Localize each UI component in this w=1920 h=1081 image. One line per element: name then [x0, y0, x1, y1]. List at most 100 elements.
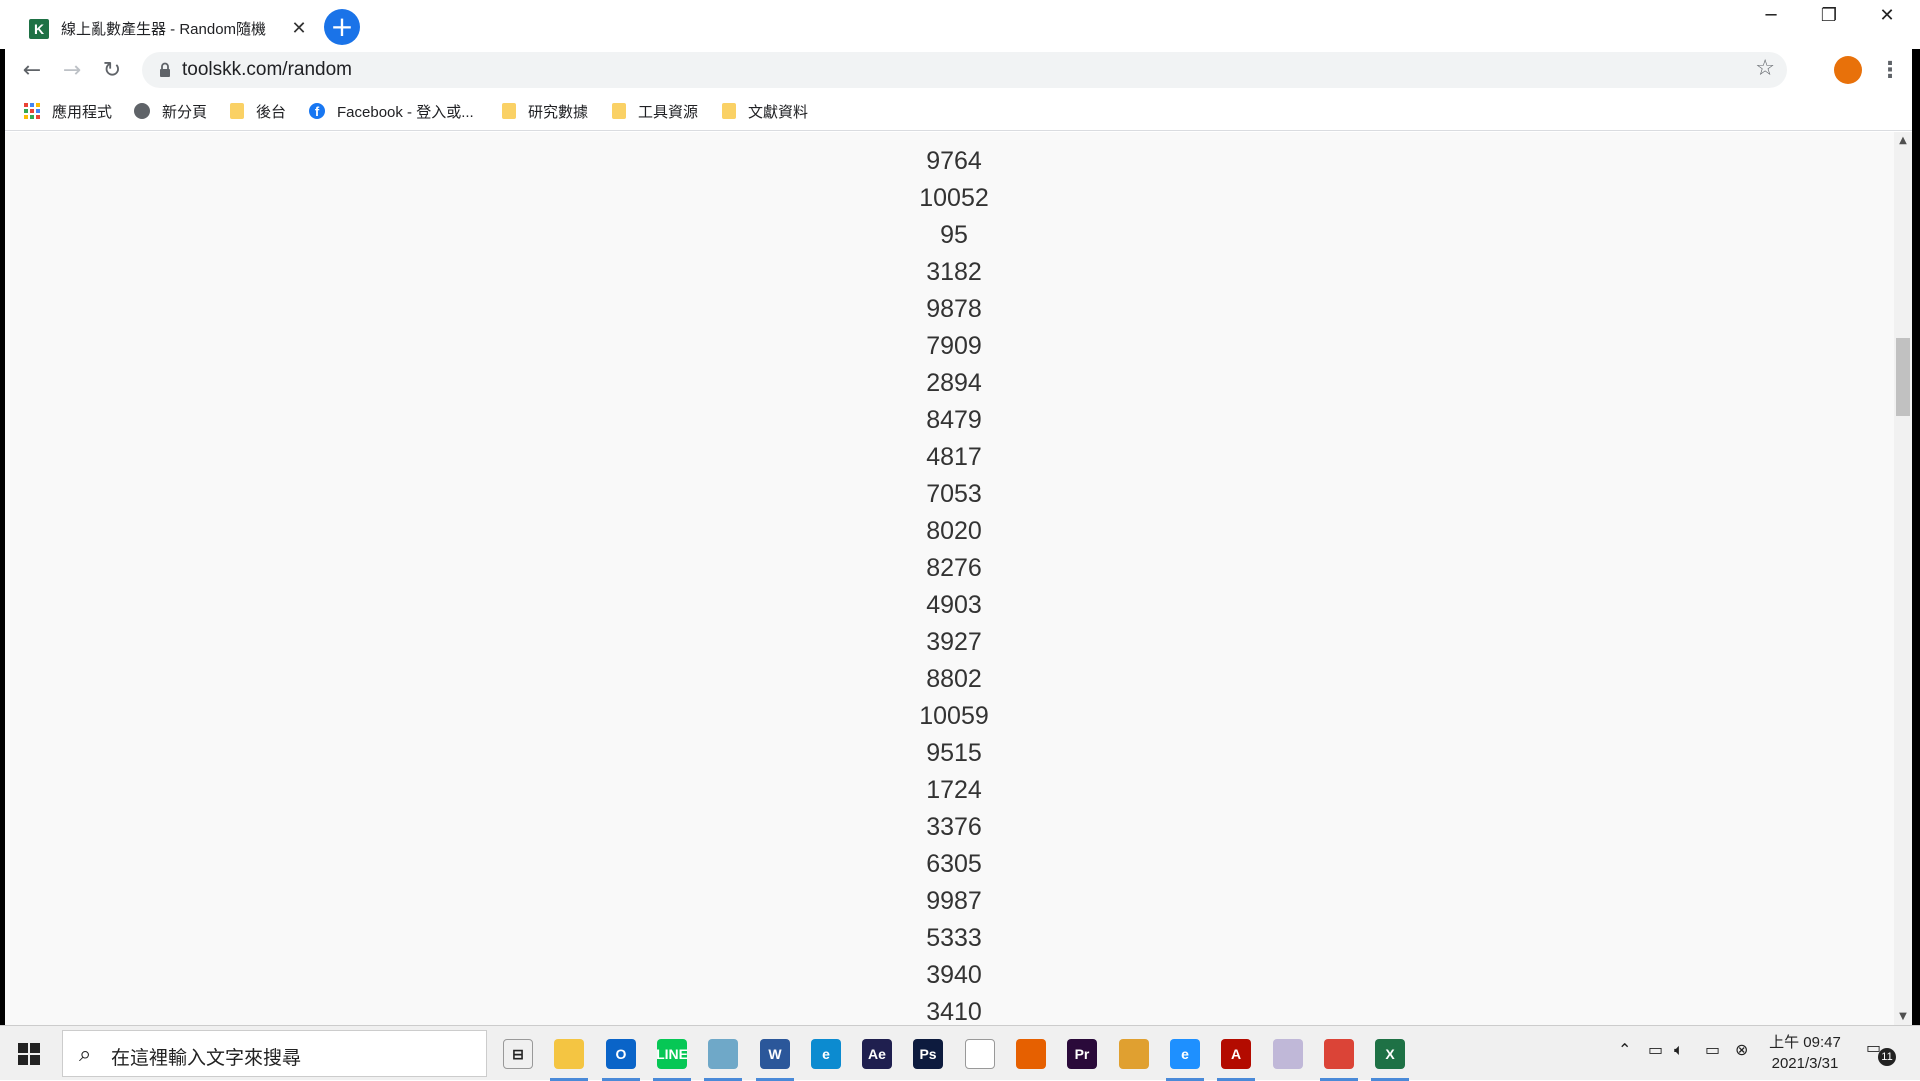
bookmark-tool-resources[interactable]: 工具資源	[612, 100, 698, 122]
outlook-icon: O	[606, 1039, 636, 1069]
bookmark-label: Facebook - 登入或...	[337, 103, 474, 121]
taskbar-app-paint-app[interactable]	[1111, 1032, 1157, 1076]
folder-icon	[230, 103, 244, 119]
minimize-button[interactable]: ─	[1742, 0, 1800, 30]
taskbar-app-blank-file[interactable]	[957, 1032, 1003, 1076]
taskbar-app-firefox[interactable]	[1008, 1032, 1054, 1076]
taskbar-app-line[interactable]: LINE	[649, 1032, 695, 1081]
taskbar-app-outlook[interactable]: O	[598, 1032, 644, 1081]
random-number: 4903	[926, 591, 982, 619]
profile-avatar[interactable]	[1834, 56, 1862, 84]
site-favicon-icon: K	[29, 18, 49, 39]
bookmark-apps[interactable]: 應用程式	[24, 100, 112, 122]
facebook-icon: f	[309, 103, 325, 119]
taskbar-app-file-explorer[interactable]	[546, 1032, 592, 1081]
restore-button[interactable]: ❐	[1800, 0, 1858, 30]
bookmark-backend[interactable]: 後台	[230, 100, 286, 122]
premiere-icon: Pr	[1067, 1039, 1097, 1069]
taskbar-app-acrobat[interactable]: A	[1213, 1032, 1259, 1081]
after-effects-icon: Ae	[862, 1039, 892, 1069]
url-text: toolskk.com/random	[182, 59, 353, 80]
page-viewport: 2854 9764 10052 95 3182 9878 7909 2894 8479 4817 7…	[5, 132, 1899, 1025]
chrome-icon	[1324, 1039, 1354, 1069]
taskbar-app-photoshop[interactable]: Ps	[905, 1032, 951, 1076]
notes-icon	[708, 1039, 738, 1069]
word-icon: W	[760, 1039, 790, 1069]
random-number: 4817	[926, 443, 982, 471]
taskbar-app-premiere[interactable]: Pr	[1059, 1032, 1105, 1076]
random-number: 5333	[926, 924, 982, 952]
random-number: 9987	[926, 887, 982, 915]
random-number: 8276	[926, 554, 982, 582]
bookmark-label: 文獻資料	[748, 103, 809, 121]
folder-icon	[502, 103, 516, 119]
random-number: 3376	[926, 813, 982, 841]
random-number: 3410	[926, 998, 982, 1025]
random-number: 9878	[926, 295, 982, 323]
page-scrollbar[interactable]: ▲ ▼	[1894, 132, 1912, 1025]
random-number: 10052	[919, 184, 989, 212]
taskbar-app-paint-brush[interactable]	[1265, 1032, 1311, 1076]
error-circle-icon[interactable]: ⊗	[1735, 1040, 1748, 1059]
bookmark-facebook[interactable]: f Facebook - 登入或...	[309, 100, 474, 122]
bookmark-new-tab[interactable]: 新分頁	[134, 100, 207, 122]
windows-start-icon[interactable]	[18, 1043, 40, 1065]
forward-arrow-icon[interactable]: →	[57, 55, 87, 85]
taskbar-app-word[interactable]: W	[752, 1032, 798, 1081]
taskbar-app-notes[interactable]	[700, 1032, 746, 1081]
browser-titlebar: K 線上亂數產生器 - Random隨機 ✕ + ─ ❐ ✕	[0, 0, 1920, 49]
notification-count: 11	[1878, 1048, 1896, 1066]
taskbar-search-input[interactable]: ⌕ 在這裡輸入文字來搜尋	[62, 1030, 487, 1077]
back-arrow-icon[interactable]: ←	[17, 55, 47, 85]
folder-icon	[722, 103, 736, 119]
random-number: 1724	[926, 776, 982, 804]
browser-tab[interactable]: K 線上亂數產生器 - Random隨機 ✕	[23, 8, 310, 49]
apps-grid-icon	[24, 103, 40, 119]
volume-icon[interactable]: 🔈︎	[1674, 1040, 1684, 1060]
internet-explorer-icon: e	[1170, 1039, 1200, 1069]
address-bar[interactable]: toolskk.com/random ☆	[142, 52, 1787, 88]
windows-taskbar: ⌕ 在這裡輸入文字來搜尋 ⊟ O LINE We Ae Ps Pr e A X ⌃ ▭ 🔈︎ ▭ …	[0, 1025, 1920, 1081]
random-number-list: 2854 9764 10052 95 3182 9878 7909 2894 8479 4817 7…	[5, 132, 1893, 1025]
close-window-button[interactable]: ✕	[1858, 0, 1916, 30]
random-number: 9515	[926, 739, 982, 767]
random-number: 7909	[926, 332, 982, 360]
taskbar-app-excel[interactable]: X	[1367, 1032, 1413, 1081]
browser-menu-icon[interactable]: ⋮	[1879, 55, 1901, 85]
notification-center-icon[interactable]: ▭ 11	[1866, 1038, 1898, 1068]
task-view-icon: ⊟	[503, 1039, 533, 1069]
taskbar-app-after-effects[interactable]: Ae	[854, 1032, 900, 1076]
bookmark-label: 後台	[256, 103, 287, 121]
clock-date: 2021/3/31	[1771, 1055, 1839, 1072]
bookmark-literature[interactable]: 文獻資料	[722, 100, 808, 122]
window-border-right	[1912, 49, 1920, 1025]
network-icon[interactable]: ▭	[1705, 1040, 1720, 1059]
bookmark-research-data[interactable]: 研究數據	[502, 100, 588, 122]
search-icon: ⌕	[79, 1042, 92, 1067]
chevron-up-icon[interactable]: ⌃	[1618, 1040, 1631, 1059]
taskbar-app-task-view[interactable]: ⊟	[495, 1032, 541, 1076]
scrollbar-thumb[interactable]	[1896, 338, 1910, 416]
taskbar-clock[interactable]: 上午 09:47 2021/3/31	[1765, 1032, 1845, 1074]
globe-icon	[134, 103, 150, 119]
search-placeholder: 在這裡輸入文字來搜尋	[111, 1048, 302, 1069]
scroll-up-arrow-icon[interactable]: ▲	[1894, 132, 1912, 149]
meet-now-icon[interactable]: ▭	[1648, 1040, 1663, 1059]
tab-title: 線上亂數產生器 - Random隨機	[61, 21, 267, 38]
scroll-down-arrow-icon[interactable]: ▼	[1894, 1008, 1912, 1025]
paint-brush-icon	[1273, 1039, 1303, 1069]
new-tab-button[interactable]: +	[324, 9, 360, 45]
taskbar-app-chrome[interactable]	[1316, 1032, 1362, 1081]
taskbar-app-internet-explorer[interactable]: e	[1162, 1032, 1208, 1081]
bookmark-star-icon[interactable]: ☆	[1755, 56, 1775, 81]
random-number: 8020	[926, 517, 982, 545]
folder-icon	[612, 103, 626, 119]
edge-icon: e	[811, 1039, 841, 1069]
random-number: 2854	[5, 132, 1893, 143]
tab-close-icon[interactable]: ✕	[289, 18, 309, 39]
bookmark-label: 應用程式	[52, 103, 113, 121]
reload-icon[interactable]: ↻	[97, 55, 127, 85]
taskbar-app-edge[interactable]: e	[803, 1032, 849, 1076]
random-number: 95	[940, 221, 968, 249]
lock-icon	[160, 62, 170, 77]
